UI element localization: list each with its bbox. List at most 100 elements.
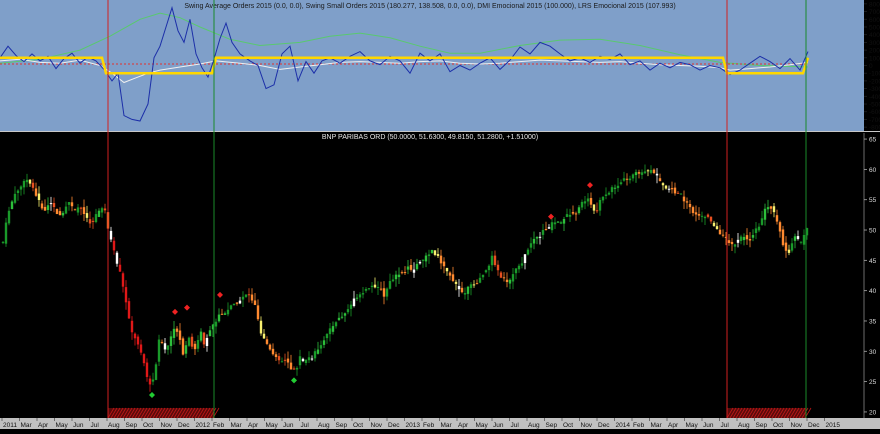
candle-body [61,212,65,216]
price-title: BNP PARIBAS ORD (50.0000, 51.6300, 49.81… [322,134,538,141]
candle-body [463,293,467,295]
time-axis-label: Dec [178,422,190,429]
candle-body [637,172,641,174]
candle-body [139,344,143,353]
candle-body [247,294,251,296]
time-axis-label: Mar [651,422,663,429]
candle-body [469,284,473,289]
candle-body [535,236,539,239]
candle-body [133,333,137,339]
candle-body [289,362,293,370]
candle-body [97,210,101,217]
time-axis-label: Nov [581,422,593,429]
candle-body [142,354,146,364]
price-y-tick-label: 50 [869,228,877,235]
candle-body [433,250,437,255]
candle-body [703,216,707,219]
candle-body [196,340,200,349]
candle-body [523,254,527,264]
candle-body [148,378,152,385]
candle-body [472,284,476,286]
time-axis-label: Feb [213,422,225,429]
candle-body [661,183,665,186]
candle-body [484,270,488,273]
candle-body [256,305,260,320]
candle-body [739,236,743,242]
candle-body [766,207,770,210]
chart-root: Swing Average Orders 2015 (0.0, 0.0), Sw… [0,0,880,429]
candle-body [769,206,773,209]
candle-body [109,230,113,240]
candle-body [355,297,359,299]
candle-body [130,320,134,333]
candle-body [439,255,443,264]
time-axis-label: Mar [21,422,33,429]
candle-body [121,273,125,287]
candle-body [319,345,323,349]
candle-body [802,234,806,245]
time-axis-label: Apr [458,422,469,429]
oscillator-y-tick-label: 600 [869,17,880,24]
candle-body [100,208,104,213]
candle-body [580,201,584,208]
oscillator-y-tick-label: 0 [869,63,873,70]
candle-body [736,239,740,243]
candle-body [412,269,416,273]
candle-body [331,326,335,332]
candle-body [220,313,224,315]
candle-body [457,286,461,290]
candle-body [775,215,779,222]
candle-body [574,213,578,215]
candle-body [706,214,710,217]
candle-body [373,284,377,288]
time-axis-label: Jun [703,422,714,429]
candle-body [487,265,491,271]
candle-body [532,238,536,244]
oscillator-y-tick-label: -100 [869,71,880,78]
candle-body [610,187,614,193]
candle-body [403,272,407,274]
time-axis-label: Oct [143,422,153,429]
candle-body [421,259,425,261]
candle-body [628,178,632,181]
candle-body [181,338,185,355]
candle-body [292,368,296,370]
oscillator-y-tick-label: -600 [869,109,880,116]
candle-body [622,178,626,181]
candle-body [70,202,74,207]
time-axis-label: Jun [283,422,294,429]
time-axis-label: Jul [91,422,100,429]
candle-body [793,236,797,241]
candle-body [244,294,248,297]
candle-body [388,281,392,289]
candle-body [274,354,278,358]
candle-body [160,341,164,343]
candle-body [697,214,701,216]
candle-body [340,316,344,318]
oscillator-y-tick-label: -300 [869,86,880,93]
time-axis-label: Feb [423,422,435,429]
candle-body [742,236,746,241]
candle-body [268,344,272,350]
candle-body [277,356,281,361]
candle-body [343,313,347,316]
time-axis-label: Apr [668,422,679,429]
candle-body [190,336,194,347]
candle-body [13,193,17,203]
candle-body [283,359,287,361]
candle-body [322,340,326,345]
candle-body [163,343,167,350]
candle-body [640,172,644,175]
oscillator-y-tick-label: 300 [869,40,880,47]
candle-body [424,255,428,262]
candle-body [157,339,161,362]
candle-body [325,333,329,339]
time-axis-label: Jul [721,422,730,429]
price-y-tick-label: 45 [869,258,877,265]
candle-body [88,219,92,224]
candle-body [760,218,764,225]
time-axis-label: Feb [633,422,645,429]
candle-body [58,211,62,216]
candle-body [781,229,785,246]
candle-body [94,214,98,223]
